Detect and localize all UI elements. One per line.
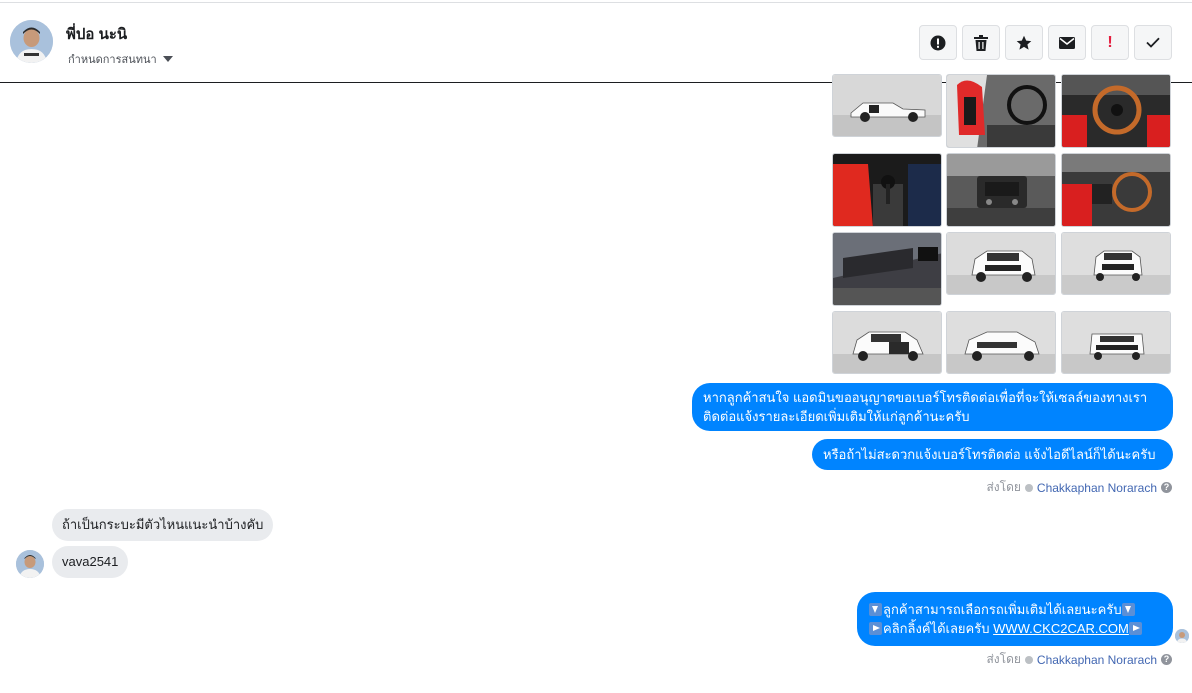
star-button[interactable] <box>1005 25 1043 60</box>
read-receipt-avatar <box>1175 629 1189 643</box>
car-photo-front[interactable] <box>1061 232 1171 295</box>
play-icon <box>869 622 882 635</box>
message-text: ถ้าเป็นกระบะมีตัวไหนแนะนำบ้างคับ <box>62 517 264 532</box>
help-icon[interactable]: ? <box>1161 654 1172 665</box>
message-text-line: ติดต่อแจ้งรายละเอียดเพิ่มเติมให้แก่ลูกค้… <box>703 409 970 424</box>
outgoing-message[interactable]: หรือถ้าไม่สะดวกแจ้งเบอร์โทรติดต่อ แจ้งไอ… <box>812 439 1173 470</box>
message-text: หรือถ้าไม่สะดวกแจ้งเบอร์โทรติดต่อ แจ้งไอ… <box>823 447 1156 462</box>
sent-by-label: ส่งโดย <box>986 652 1021 666</box>
message-text-line: หากลูกค้าสนใจ แอดมินขออนุญาตขอเบอร์โทรติ… <box>703 390 1148 405</box>
incoming-message[interactable]: vava2541 <box>52 546 129 578</box>
agent-name-link[interactable]: Chakkaphan Norarach <box>1037 481 1157 495</box>
checkmark-icon <box>1146 37 1160 48</box>
outgoing-message[interactable]: หากลูกค้าสนใจ แอดมินขออนุญาตขอเบอร์โทรติ… <box>692 383 1173 431</box>
mark-done-button[interactable] <box>1134 25 1172 60</box>
action-toolbar: ! <box>919 25 1172 60</box>
delete-button[interactable] <box>962 25 1000 60</box>
website-link[interactable]: WWW.CKC2CAR.COM <box>993 621 1129 636</box>
mark-spam-button[interactable] <box>919 25 957 60</box>
message-text: คลิกลิ้งค์ได้เลยครับ <box>883 621 994 636</box>
contact-name[interactable]: พี่ปอ นะนิ <box>66 22 127 46</box>
star-icon <box>1016 35 1032 50</box>
trash-icon <box>974 34 988 51</box>
conversation-settings-dropdown[interactable]: กำหนดการสนทนา <box>68 50 173 68</box>
top-divider <box>0 2 1192 3</box>
conversation-header: พี่ปอ นะนิ กำหนดการสนทนา ! <box>0 0 1192 83</box>
arrow-down-icon <box>869 603 882 616</box>
car-photo-interior-wide[interactable] <box>1061 153 1171 227</box>
message-text-line: ลูกค้าสามารถเลือกรถเพิ่มเติมได้เลยนะครับ <box>869 600 1161 619</box>
contact-avatar-small[interactable] <box>16 550 44 578</box>
agent-name-link[interactable]: Chakkaphan Norarach <box>1037 653 1157 667</box>
message-text: vava2541 <box>62 554 119 569</box>
play-icon <box>1128 622 1142 635</box>
agent-status-icon <box>1024 655 1033 664</box>
contact-avatar[interactable] <box>10 20 53 63</box>
messenger-conversation: พี่ปอ นะนิ กำหนดการสนทนา ! หากลูกค้าสนใจ… <box>0 0 1192 693</box>
message-text-line: คลิกลิ้งค์ได้เลยครับ WWW.CKC2CAR.COM <box>869 619 1161 638</box>
mark-unread-button[interactable] <box>1048 25 1086 60</box>
car-photo-red-seats[interactable] <box>946 74 1056 148</box>
car-photo-front-angle[interactable] <box>946 232 1056 295</box>
outgoing-message[interactable]: ลูกค้าสามารถเลือกรถเพิ่มเติมได้เลยนะครับ… <box>857 592 1173 646</box>
alert-circle-icon <box>930 35 946 50</box>
help-icon[interactable]: ? <box>1161 482 1172 493</box>
envelope-icon <box>1059 36 1075 49</box>
message-text: ลูกค้าสามารถเลือกรถเพิ่มเติมได้เลยนะครับ <box>883 602 1122 617</box>
arrow-down-icon <box>1121 603 1135 616</box>
chevron-down-icon <box>162 56 173 62</box>
car-photo-front-side[interactable] <box>832 311 942 374</box>
car-photo-door-panel[interactable] <box>832 232 942 306</box>
agent-status-icon <box>1024 483 1033 492</box>
car-photo-rear-angle[interactable] <box>946 311 1056 374</box>
incoming-message[interactable]: ถ้าเป็นกระบะมีตัวไหนแนะนำบ้างคับ <box>52 509 274 541</box>
exclamation-icon: ! <box>1107 33 1113 51</box>
sent-by-label: ส่งโดย <box>986 480 1021 494</box>
photo-attachment-grid <box>832 74 1172 374</box>
car-photo-exterior-side[interactable] <box>832 74 942 137</box>
sent-by-info: ส่งโดย Chakkaphan Norarach ? <box>986 650 1172 669</box>
car-photo-dashboard[interactable] <box>946 153 1056 227</box>
car-photo-steering-wheel[interactable] <box>1061 74 1171 148</box>
follow-up-button[interactable]: ! <box>1091 25 1129 60</box>
car-photo-gear-shift[interactable] <box>832 153 942 227</box>
car-photo-rear[interactable] <box>1061 311 1171 374</box>
conversation-settings-label: กำหนดการสนทนา <box>68 54 157 66</box>
sent-by-info: ส่งโดย Chakkaphan Norarach ? <box>986 478 1172 497</box>
